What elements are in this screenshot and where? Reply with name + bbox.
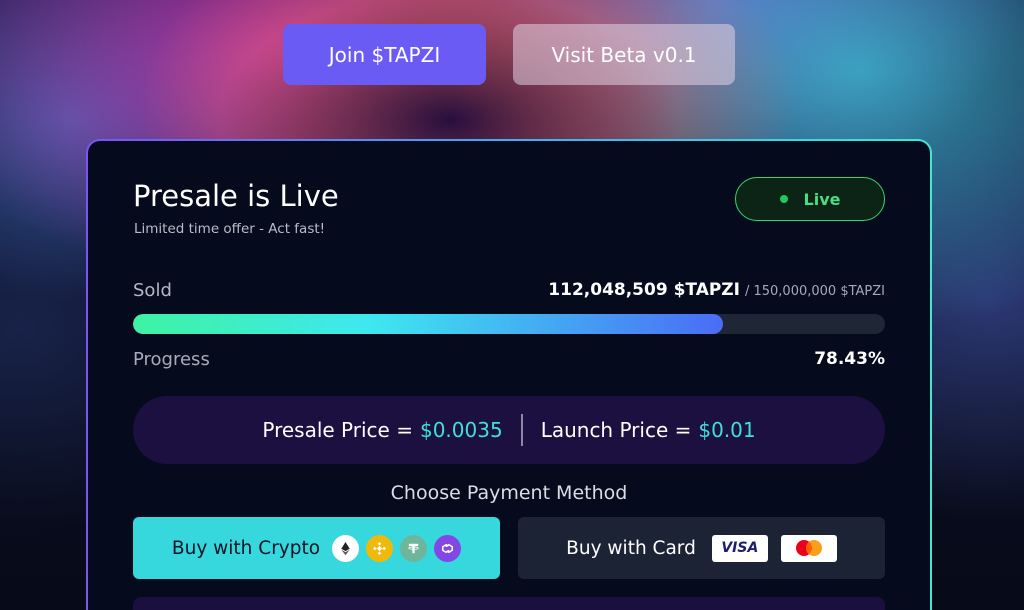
presale-card: Presale is Live Limited time offer - Act… xyxy=(86,139,932,610)
live-dot-icon xyxy=(779,195,788,203)
launch-price-value: $0.01 xyxy=(698,418,756,442)
polygon-icon xyxy=(434,534,462,562)
presale-price-value: $0.0035 xyxy=(419,418,503,442)
launch-price-label: Launch Price = xyxy=(540,418,692,442)
crypto-icons xyxy=(332,534,462,562)
card-icons: VISA xyxy=(711,534,837,562)
launch-price: Launch Price = $0.01 xyxy=(541,418,756,442)
sold-amount: 112,048,509 $TAPZI xyxy=(548,280,740,300)
ethereum-icon xyxy=(332,534,360,562)
progress-bar-fill xyxy=(133,314,723,334)
visa-icon: VISA xyxy=(711,534,768,562)
join-button[interactable]: Join $TAPZI xyxy=(283,24,486,85)
price-bar: Presale Price = $0.0035 Launch Price = $… xyxy=(133,396,885,464)
presale-subtitle: Limited time offer - Act fast! xyxy=(134,221,326,237)
progress-bar xyxy=(133,314,885,334)
next-section-strip xyxy=(133,597,885,610)
bnb-icon xyxy=(366,534,394,562)
top-buttons: Join $TAPZI Visit Beta v0.1 xyxy=(283,24,735,85)
presale-price-label: Presale Price = xyxy=(262,418,413,442)
sold-total: / 150,000,000 $TAPZI xyxy=(744,284,885,299)
visit-beta-button[interactable]: Visit Beta v0.1 xyxy=(513,24,735,85)
presale-price: Presale Price = $0.0035 xyxy=(262,418,502,442)
live-status-badge: Live xyxy=(735,177,885,221)
live-badge-label: Live xyxy=(803,189,841,209)
sold-label: Sold xyxy=(133,280,172,301)
progress-label: Progress xyxy=(133,349,210,370)
presale-card-inner: Presale is Live Limited time offer - Act… xyxy=(88,141,930,610)
price-divider xyxy=(520,414,523,446)
tether-icon xyxy=(400,534,428,562)
progress-percentage: 78.43% xyxy=(814,349,885,369)
choose-payment-title: Choose Payment Method xyxy=(390,482,628,504)
buy-with-card-label: Buy with Card xyxy=(566,537,696,559)
mastercard-icon xyxy=(780,534,837,562)
presale-title: Presale is Live xyxy=(133,179,339,213)
buy-with-card-button[interactable]: Buy with Card VISA xyxy=(518,517,885,579)
buy-with-crypto-button[interactable]: Buy with Crypto xyxy=(133,517,500,579)
buy-with-crypto-label: Buy with Crypto xyxy=(171,537,321,559)
sold-values: 112,048,509 $TAPZI / 150,000,000 $TAPZI xyxy=(548,280,885,300)
